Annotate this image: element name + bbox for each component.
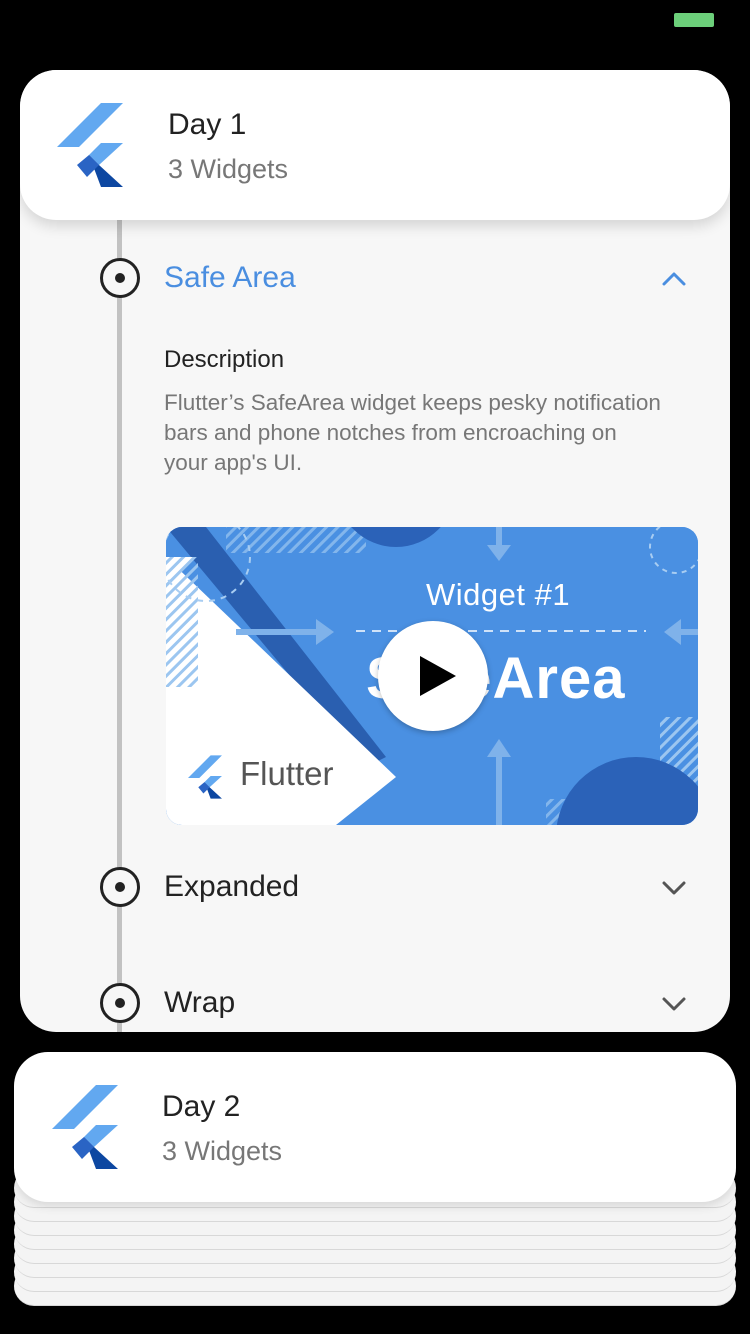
day-1-header[interactable]: Day 1 3 Widgets [20, 70, 730, 220]
flutter-logo-icon [52, 1085, 122, 1169]
day-subtitle: 3 Widgets [162, 1136, 283, 1166]
battery-icon [674, 13, 714, 27]
timeline-node [100, 983, 140, 1023]
day-1-card: Day 1 3 Widgets Safe Area Description Fl… [20, 70, 730, 1032]
timeline-node [100, 867, 140, 907]
video-thumbnail[interactable]: Widget #1 SafeArea Flutter [166, 527, 698, 825]
item-title-wrap[interactable]: Wrap [164, 986, 235, 1020]
flutter-logo-icon [57, 103, 127, 187]
timeline-node [100, 258, 140, 298]
play-button[interactable] [378, 621, 488, 731]
chevron-up-icon[interactable] [658, 263, 690, 295]
chevron-down-icon[interactable] [658, 872, 690, 904]
chevron-down-icon[interactable] [658, 988, 690, 1020]
timeline-line [117, 220, 122, 1032]
item-title-safe-area[interactable]: Safe Area [164, 261, 296, 295]
video-brand: Flutter [240, 755, 334, 792]
day-title: Day 1 [168, 108, 247, 141]
day-2-card[interactable]: Day 2 3 Widgets [14, 1052, 736, 1202]
flutter-logo-icon [188, 755, 224, 799]
item-title-expanded[interactable]: Expanded [164, 870, 299, 904]
description-text: Flutter’s SafeArea widget keeps pesky no… [164, 390, 661, 475]
play-icon [419, 656, 456, 696]
video-label: Widget #1 [426, 577, 571, 612]
description-heading: Description [164, 346, 285, 373]
day-subtitle: 3 Widgets [168, 154, 289, 184]
day-title: Day 2 [162, 1090, 241, 1123]
